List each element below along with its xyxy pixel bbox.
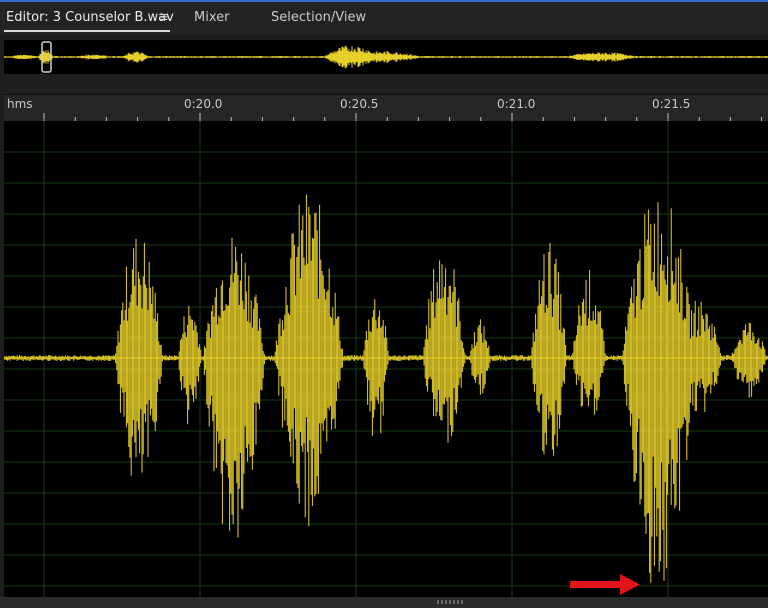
waveform-trace bbox=[4, 194, 768, 583]
tab-mixer[interactable]: Mixer bbox=[194, 10, 229, 25]
overview-waveform-svg bbox=[4, 41, 768, 73]
horizontal-scrollbar[interactable] bbox=[0, 597, 768, 608]
ruler-ticks bbox=[43, 113, 763, 121]
time-ruler[interactable]: hms 0:20.0 0:20.5 0:21.0 0:21.5 bbox=[4, 94, 768, 121]
scrollbar-grip[interactable] bbox=[437, 600, 465, 604]
overview-trace bbox=[4, 45, 768, 69]
tab-editor[interactable]: Editor: 3 Counselor B.wav bbox=[6, 10, 174, 25]
overview-waveform[interactable] bbox=[4, 40, 768, 74]
tab-selection-view[interactable]: Selection/View bbox=[271, 10, 366, 25]
waveform-display[interactable] bbox=[4, 121, 768, 597]
hamburger-menu-icon[interactable]: ≡ bbox=[158, 10, 169, 25]
red-arrow-icon bbox=[570, 574, 640, 595]
panel-separator bbox=[0, 74, 768, 96]
waveform-svg bbox=[4, 121, 768, 597]
editor-tab-bar: Editor: 3 Counselor B.wav ≡ Mixer Select… bbox=[0, 0, 768, 34]
active-tab-underline bbox=[4, 30, 170, 32]
